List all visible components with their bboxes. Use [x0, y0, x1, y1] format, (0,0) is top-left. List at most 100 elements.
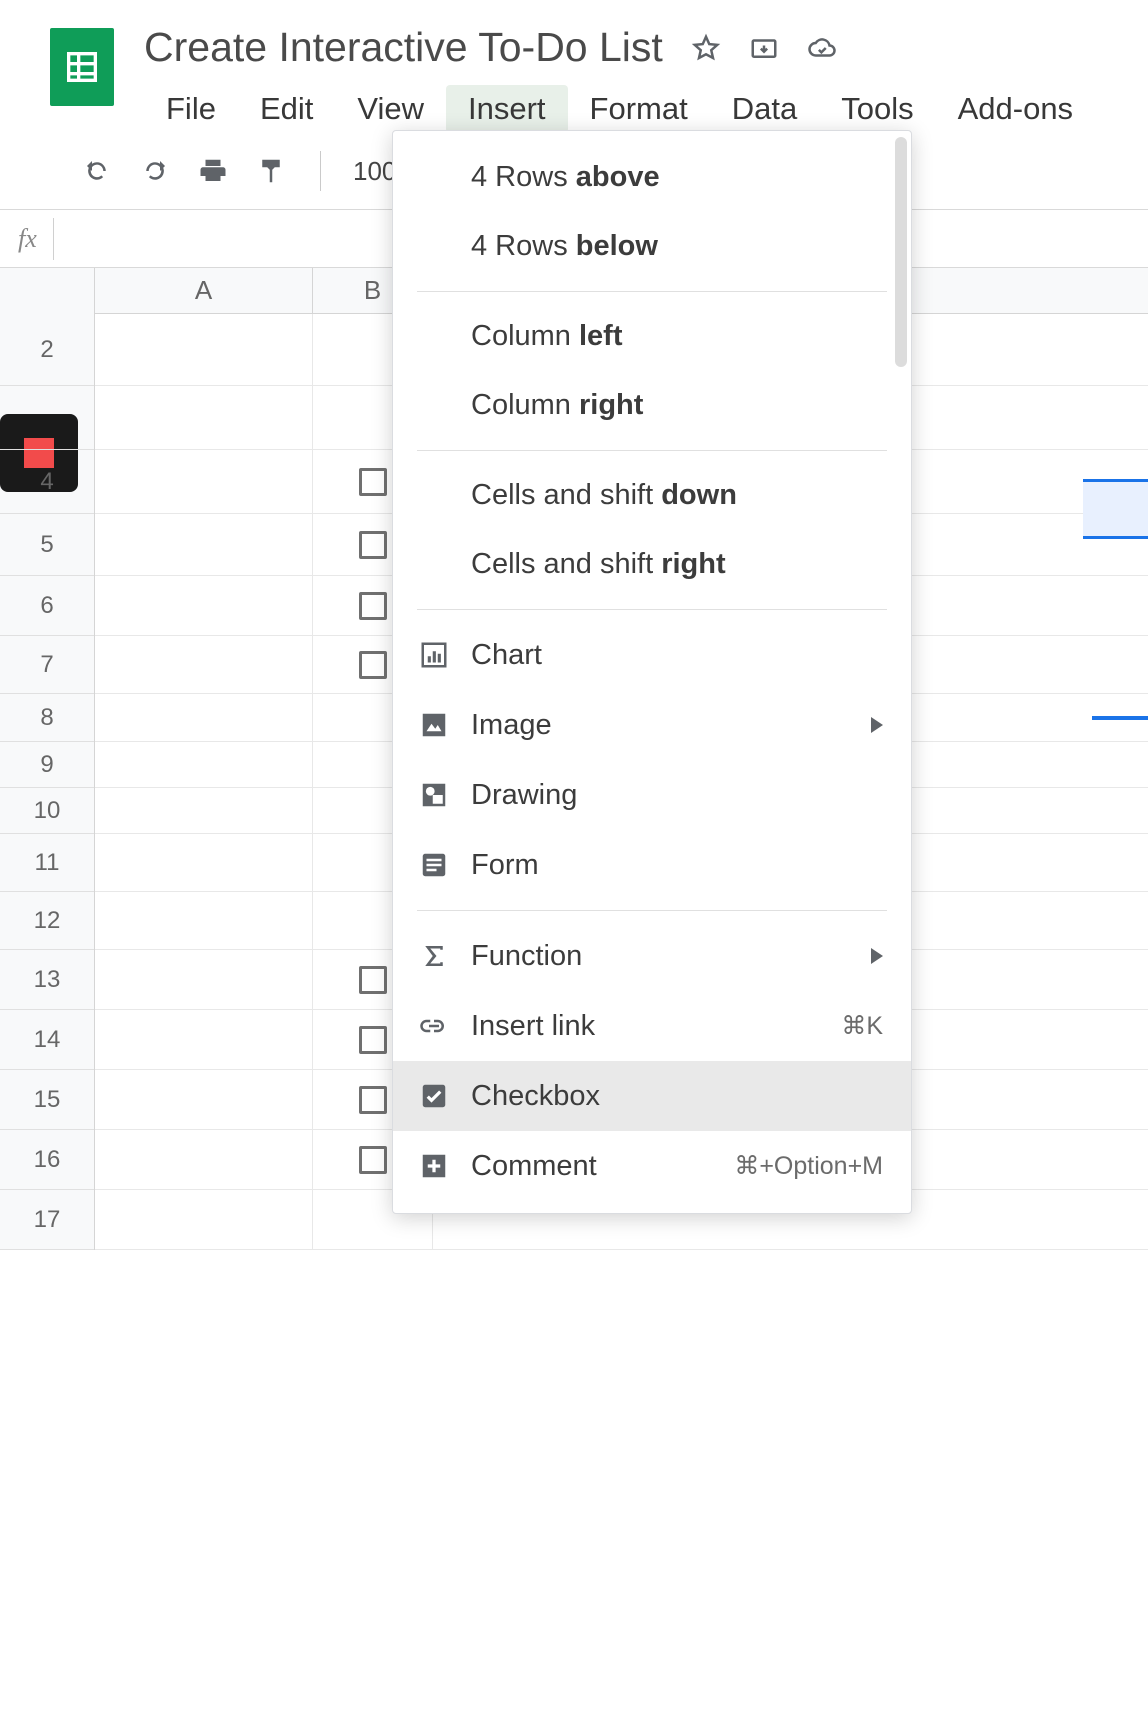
row-header-17[interactable]: 17 [0, 1190, 94, 1250]
row-header-6[interactable]: 6 [0, 576, 94, 636]
menu-item-label: Column left [471, 320, 623, 353]
menu-format[interactable]: Format [568, 85, 710, 133]
checkbox-icon [417, 1079, 451, 1113]
menu-item-chart[interactable]: Chart [393, 620, 911, 690]
sheets-app-icon[interactable] [50, 28, 114, 106]
menu-item-label: Drawing [471, 779, 577, 812]
cell-checkbox[interactable] [359, 1026, 387, 1054]
cell-checkbox[interactable] [359, 651, 387, 679]
menu-file[interactable]: File [144, 85, 238, 133]
cell-A10[interactable] [95, 788, 313, 833]
print-button[interactable] [196, 154, 230, 188]
star-icon[interactable] [691, 33, 721, 63]
drawing-icon [417, 778, 451, 812]
form-icon [417, 848, 451, 882]
row-header-4[interactable]: 4 [0, 450, 94, 514]
formula-bar-divider [53, 218, 54, 260]
menu-item-label: Column right [471, 389, 643, 422]
menu-item-label: 4 Rows below [471, 230, 658, 263]
image-icon [417, 708, 451, 742]
cell-A14[interactable] [95, 1010, 313, 1069]
menu-tools[interactable]: Tools [819, 85, 935, 133]
row-header-2[interactable]: 2 [0, 314, 94, 386]
row-header-3[interactable] [0, 386, 94, 450]
cell-A12[interactable] [95, 892, 313, 949]
menu-view[interactable]: View [335, 85, 446, 133]
menu-add-ons[interactable]: Add-ons [936, 85, 1095, 133]
redo-button[interactable] [138, 154, 172, 188]
menu-item-label: Chart [471, 639, 542, 672]
submenu-arrow-icon [871, 717, 883, 733]
menu-item-shortcut: ⌘K [841, 1011, 883, 1041]
cell-checkbox[interactable] [359, 592, 387, 620]
menu-item-function[interactable]: Function [393, 921, 911, 991]
cell-A17[interactable] [95, 1190, 313, 1249]
cell-A13[interactable] [95, 950, 313, 1009]
menu-item-label: Cells and shift down [471, 479, 737, 512]
cell-checkbox[interactable] [359, 1146, 387, 1174]
cell-A2[interactable] [95, 314, 313, 385]
menu-item-column-right[interactable]: Column right [393, 371, 911, 440]
menu-insert[interactable]: Insert [446, 85, 568, 133]
row-header-11[interactable]: 11 [0, 834, 94, 892]
cell-checkbox[interactable] [359, 1086, 387, 1114]
menu-item-label: Insert link [471, 1010, 595, 1043]
cell-A3[interactable] [95, 386, 313, 449]
submenu-arrow-icon [871, 948, 883, 964]
menu-item-label: Cells and shift right [471, 548, 726, 581]
row-header-14[interactable]: 14 [0, 1010, 94, 1070]
document-title[interactable]: Create Interactive To-Do List [144, 24, 663, 71]
menu-item-insert-link[interactable]: Insert link ⌘K [393, 991, 911, 1061]
cell-checkbox[interactable] [359, 966, 387, 994]
menu-data[interactable]: Data [710, 85, 819, 133]
menu-separator [417, 450, 887, 451]
menu-separator [417, 910, 887, 911]
cell-A9[interactable] [95, 742, 313, 787]
cell-checkbox[interactable] [359, 468, 387, 496]
selection-edge [1092, 716, 1148, 720]
menu-item-rows-below[interactable]: 4 Rows below [393, 212, 911, 281]
cell-A4[interactable] [95, 450, 313, 513]
menu-item-form[interactable]: Form [393, 830, 911, 900]
row-header-12[interactable]: 12 [0, 892, 94, 950]
column-header-A[interactable]: A [95, 268, 313, 313]
row-header-5[interactable]: 5 [0, 514, 94, 576]
row-header-10[interactable]: 10 [0, 788, 94, 834]
row-header-7[interactable]: 7 [0, 636, 94, 694]
menu-item-checkbox[interactable]: Checkbox [393, 1061, 911, 1131]
menu-item-label: Image [471, 709, 552, 742]
menu-item-comment[interactable]: Comment⌘+Option+M [393, 1131, 911, 1201]
menu-item-rows-above[interactable]: 4 Rows above [393, 143, 911, 212]
menu-item-cells-down[interactable]: Cells and shift down [393, 461, 911, 530]
select-all-cell[interactable] [0, 268, 95, 314]
menu-item-label: Function [471, 940, 582, 973]
menu-separator [417, 609, 887, 610]
sigma-icon [417, 939, 451, 973]
menu-item-label: 4 Rows above [471, 161, 660, 194]
header: Create Interactive To-Do List FileEditVi… [0, 0, 1148, 133]
menu-item-drawing[interactable]: Drawing [393, 760, 911, 830]
row-header-9[interactable]: 9 [0, 742, 94, 788]
row-header-16[interactable]: 16 [0, 1130, 94, 1190]
row-header-8[interactable]: 8 [0, 694, 94, 742]
move-to-folder-icon[interactable] [749, 33, 779, 63]
cell-A15[interactable] [95, 1070, 313, 1129]
row-header-13[interactable]: 13 [0, 950, 94, 1010]
cell-A11[interactable] [95, 834, 313, 891]
cell-A16[interactable] [95, 1130, 313, 1189]
cell-A7[interactable] [95, 636, 313, 693]
cell-A8[interactable] [95, 694, 313, 741]
paint-format-button[interactable] [254, 154, 288, 188]
plus-icon [417, 1149, 451, 1183]
row-header-15[interactable]: 15 [0, 1070, 94, 1130]
cell-checkbox[interactable] [359, 531, 387, 559]
menu-item-cells-right[interactable]: Cells and shift right [393, 530, 911, 599]
menu-edit[interactable]: Edit [238, 85, 335, 133]
cloud-saved-icon[interactable] [807, 33, 837, 63]
menu-item-column-left[interactable]: Column left [393, 302, 911, 371]
undo-button[interactable] [80, 154, 114, 188]
menu-item-image[interactable]: Image [393, 690, 911, 760]
cell-A5[interactable] [95, 514, 313, 575]
chart-icon [417, 638, 451, 672]
cell-A6[interactable] [95, 576, 313, 635]
